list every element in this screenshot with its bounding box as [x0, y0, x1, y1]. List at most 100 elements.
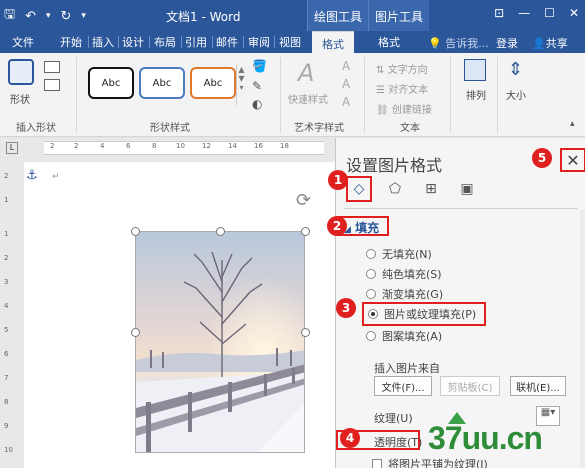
tab-insert[interactable]: 插入 — [92, 34, 114, 50]
tab-file[interactable]: 文件 — [12, 34, 34, 50]
texture-icon: ▦▾ — [540, 407, 556, 418]
anchor-icon[interactable]: ⚓ — [26, 168, 38, 183]
shape-button-label[interactable]: 形状 — [10, 91, 30, 106]
callout-3: 3 — [336, 298, 356, 318]
create-link-button[interactable]: ⛓ 创建链接 — [376, 101, 432, 116]
context-tab-picture-tools: 图片工具 — [368, 0, 430, 31]
resize-handle[interactable] — [301, 227, 310, 236]
radio-dot — [366, 269, 376, 279]
vertical-ruler[interactable]: 2 1 1 2 3 4 5 6 7 8 9 10 — [0, 158, 22, 468]
radio-no-fill[interactable]: 无填充(N) — [366, 246, 432, 262]
group-insert-shape: 插入形状 — [16, 123, 56, 134]
align-text-button[interactable]: ☰ 对齐文本 — [376, 81, 428, 96]
ribbon-display-icon[interactable]: ⊡ — [494, 6, 504, 20]
share-button[interactable]: 👤共享 — [532, 35, 568, 51]
styles-scroll-icon[interactable]: ▲ ▼ ▾ — [236, 65, 246, 105]
text-fill-icon[interactable]: A — [342, 59, 350, 73]
checkbox[interactable] — [372, 459, 382, 468]
shape-style-orange[interactable]: Abc — [190, 67, 236, 99]
customize-qat-icon[interactable]: ▾ — [81, 11, 86, 21]
fill-icon: ◇ — [353, 181, 365, 197]
tab-review[interactable]: 审阅 — [248, 34, 270, 50]
group-art-styles: 艺术字样式 — [294, 123, 344, 134]
maximize-button[interactable]: ☐ — [544, 6, 555, 20]
texture-label: 纹理(U) — [374, 412, 413, 425]
shape-outline-icon[interactable]: ✎ — [252, 79, 262, 93]
tab-layout[interactable]: 布局 — [154, 34, 176, 50]
radio-dot — [366, 331, 376, 341]
text-box-icon[interactable] — [44, 79, 60, 91]
text-direction-button[interactable]: ⇅ 文字方向 — [376, 61, 428, 76]
quick-styles-icon[interactable]: A — [298, 59, 314, 87]
collapse-ribbon-icon[interactable]: ▴ — [570, 119, 575, 129]
callout-1: 1 — [328, 170, 348, 190]
resize-handle[interactable] — [131, 328, 140, 337]
tile-picture-checkbox[interactable]: 将图片平铺为纹理(I) — [372, 456, 488, 468]
rotate-handle-icon[interactable]: ⟳ — [296, 190, 311, 211]
watermark: 37uu.cn — [428, 420, 543, 456]
undo-icon[interactable]: ↶ — [25, 9, 36, 24]
shape-effects-icon[interactable]: ◐ — [252, 97, 262, 111]
radio-picture-texture-fill[interactable]: 图片或纹理填充(P) — [362, 302, 487, 326]
tab-home[interactable]: 开始 — [60, 34, 82, 50]
save-icon[interactable]: 🖫 — [4, 5, 15, 27]
edit-shape-icon[interactable] — [8, 59, 34, 85]
shape-grid-icon[interactable] — [44, 61, 60, 73]
quick-styles-label[interactable]: 快速样式 — [288, 91, 328, 106]
fill-line-tab[interactable]: ◇ — [346, 176, 372, 202]
resize-handle[interactable] — [216, 227, 225, 236]
pane-title: 设置图片格式 — [346, 156, 443, 175]
effects-tab[interactable]: ⬠ — [382, 176, 408, 202]
picture-tab[interactable]: ▣ — [454, 176, 480, 202]
snow-landscape-image[interactable] — [135, 231, 305, 453]
radio-dot — [366, 289, 376, 299]
radio-gradient-fill[interactable]: 渐变填充(G) — [366, 286, 443, 302]
shape-fill-icon[interactable]: 🪣 — [252, 59, 267, 73]
redo-icon[interactable]: ↻ — [61, 9, 72, 24]
tab-references[interactable]: 引用 — [185, 34, 207, 50]
tab-mailings[interactable]: 邮件 — [216, 34, 238, 50]
person-icon: 👤 — [532, 37, 546, 50]
arrange-icon[interactable] — [464, 59, 486, 81]
horizontal-ruler-bar: L 2 2 4 6 8 10 12 14 16 18 — [0, 138, 335, 158]
text-effects-icon[interactable]: A — [342, 95, 350, 109]
tab-design[interactable]: 设计 — [122, 34, 144, 50]
group-text: 文本 — [400, 123, 420, 134]
text-outline-icon[interactable]: A — [342, 77, 350, 91]
size-button-label[interactable]: 大小 — [506, 87, 526, 102]
online-button[interactable]: 联机(E)... — [510, 376, 566, 396]
horizontal-ruler[interactable]: 2 2 4 6 8 10 12 14 16 18 — [44, 141, 324, 155]
tell-me-search[interactable]: 💡 告诉我... — [428, 35, 489, 51]
radio-solid-fill[interactable]: 纯色填充(S) — [366, 266, 442, 282]
picture-icon: ▣ — [460, 181, 474, 197]
group-shape-styles: 形状样式 — [150, 123, 190, 134]
pentagon-icon: ⬠ — [388, 181, 402, 197]
layout-properties-tab[interactable]: ⊞ — [418, 176, 444, 202]
tab-selector-icon[interactable]: L — [6, 142, 18, 154]
shape-style-blue[interactable]: Abc — [139, 67, 185, 99]
tab-drawing-format[interactable]: 格式 — [312, 31, 354, 53]
radio-dot — [368, 309, 378, 319]
clipboard-button[interactable]: 剪贴板(C) — [440, 376, 500, 396]
shape-style-dark[interactable]: Abc — [88, 67, 134, 99]
arrange-button-label[interactable]: 排列 — [466, 87, 486, 102]
callout-2: 2 — [327, 216, 347, 236]
chevron-down-icon[interactable]: ▾ — [46, 11, 51, 21]
paragraph-mark-icon: ↵ — [52, 172, 60, 182]
size-icon[interactable]: ⇕ — [508, 59, 523, 80]
radio-pattern-fill[interactable]: 图案填充(A) — [366, 328, 442, 344]
layout-icon: ⊞ — [425, 181, 437, 197]
ribbon-tabs: 文件 开始 插入 设计 布局 引用 邮件 审阅 视图 格式 格式 💡 告诉我..… — [0, 31, 585, 53]
tab-picture-format[interactable]: 格式 — [378, 34, 400, 50]
close-window-button[interactable]: ✕ — [569, 6, 579, 20]
link-icon: ⛓ — [376, 105, 389, 116]
login-link[interactable]: 登录 — [496, 35, 518, 51]
tab-view[interactable]: 视图 — [279, 34, 301, 50]
callout-5: 5 — [532, 148, 552, 168]
file-button[interactable]: 文件(F)... — [374, 376, 432, 396]
resize-handle[interactable] — [301, 328, 310, 337]
resize-handle[interactable] — [131, 227, 140, 236]
pane-scrollbar[interactable] — [580, 210, 585, 468]
minimize-button[interactable]: — — [518, 6, 530, 20]
pane-close-button[interactable]: ✕ — [560, 148, 585, 172]
